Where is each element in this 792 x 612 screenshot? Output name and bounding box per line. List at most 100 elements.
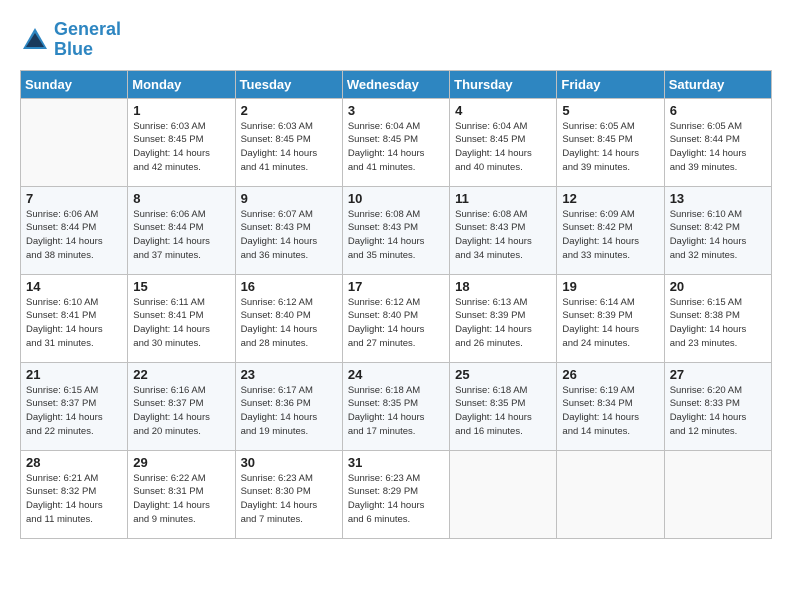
day-cell: 4 Sunrise: 6:04 AM Sunset: 8:45 PM Daylig… — [450, 98, 557, 186]
day-info: Sunrise: 6:22 AM Sunset: 8:31 PM Dayligh… — [133, 472, 229, 527]
day-info: Sunrise: 6:21 AM Sunset: 8:32 PM Dayligh… — [26, 472, 122, 527]
day-cell: 15 Sunrise: 6:11 AM Sunset: 8:41 PM Dayli… — [128, 274, 235, 362]
day-info: Sunrise: 6:15 AM Sunset: 8:37 PM Dayligh… — [26, 384, 122, 439]
col-header-tuesday: Tuesday — [235, 70, 342, 98]
col-header-friday: Friday — [557, 70, 664, 98]
day-info: Sunrise: 6:05 AM Sunset: 8:45 PM Dayligh… — [562, 120, 658, 175]
day-number: 31 — [348, 455, 444, 470]
day-cell: 28Sunrise: 6:21 AM Sunset: 8:32 PM Dayli… — [21, 450, 128, 538]
day-cell: 29 Sunrise: 6:22 AM Sunset: 8:31 PM Dayli… — [128, 450, 235, 538]
day-info: Sunrise: 6:08 AM Sunset: 8:43 PM Dayligh… — [348, 208, 444, 263]
day-info: Sunrise: 6:10 AM Sunset: 8:42 PM Dayligh… — [670, 208, 766, 263]
day-number: 20 — [670, 279, 766, 294]
week-row-4: 21 Sunrise: 6:15 AM Sunset: 8:37 PM Dayli… — [21, 362, 772, 450]
day-cell: 12 Sunrise: 6:09 AM Sunset: 8:42 PM Dayli… — [557, 186, 664, 274]
logo-text: General Blue — [54, 20, 121, 60]
day-info: Sunrise: 6:06 AM Sunset: 8:44 PM Dayligh… — [26, 208, 122, 263]
day-cell: 11 Sunrise: 6:08 AM Sunset: 8:43 PM Dayli… — [450, 186, 557, 274]
day-cell: 27 Sunrise: 6:20 AM Sunset: 8:33 PM Dayli… — [664, 362, 771, 450]
day-info: Sunrise: 6:10 AM Sunset: 8:41 PM Dayligh… — [26, 296, 122, 351]
day-cell: 9Sunrise: 6:07 AM Sunset: 8:43 PM Daylig… — [235, 186, 342, 274]
day-cell — [557, 450, 664, 538]
day-info: Sunrise: 6:12 AM Sunset: 8:40 PM Dayligh… — [241, 296, 337, 351]
week-row-3: 14Sunrise: 6:10 AM Sunset: 8:41 PM Dayli… — [21, 274, 772, 362]
day-number: 4 — [455, 103, 551, 118]
col-header-monday: Monday — [128, 70, 235, 98]
day-info: Sunrise: 6:14 AM Sunset: 8:39 PM Dayligh… — [562, 296, 658, 351]
day-cell: 25Sunrise: 6:18 AM Sunset: 8:35 PM Dayli… — [450, 362, 557, 450]
day-cell: 23Sunrise: 6:17 AM Sunset: 8:36 PM Dayli… — [235, 362, 342, 450]
day-number: 26 — [562, 367, 658, 382]
week-row-2: 7 Sunrise: 6:06 AM Sunset: 8:44 PM Daylig… — [21, 186, 772, 274]
day-info: Sunrise: 6:13 AM Sunset: 8:39 PM Dayligh… — [455, 296, 551, 351]
page-header: General Blue — [20, 20, 772, 60]
day-info: Sunrise: 6:04 AM Sunset: 8:45 PM Dayligh… — [348, 120, 444, 175]
week-row-5: 28Sunrise: 6:21 AM Sunset: 8:32 PM Dayli… — [21, 450, 772, 538]
day-number: 1 — [133, 103, 229, 118]
day-cell — [664, 450, 771, 538]
day-info: Sunrise: 6:06 AM Sunset: 8:44 PM Dayligh… — [133, 208, 229, 263]
day-number: 30 — [241, 455, 337, 470]
header-row: SundayMondayTuesdayWednesdayThursdayFrid… — [21, 70, 772, 98]
day-info: Sunrise: 6:18 AM Sunset: 8:35 PM Dayligh… — [348, 384, 444, 439]
day-number: 2 — [241, 103, 337, 118]
day-number: 19 — [562, 279, 658, 294]
day-number: 18 — [455, 279, 551, 294]
day-number: 13 — [670, 191, 766, 206]
day-cell: 22 Sunrise: 6:16 AM Sunset: 8:37 PM Dayli… — [128, 362, 235, 450]
day-number: 22 — [133, 367, 229, 382]
day-info: Sunrise: 6:05 AM Sunset: 8:44 PM Dayligh… — [670, 120, 766, 175]
day-cell: 31 Sunrise: 6:23 AM Sunset: 8:29 PM Dayli… — [342, 450, 449, 538]
day-number: 29 — [133, 455, 229, 470]
day-cell: 3 Sunrise: 6:04 AM Sunset: 8:45 PM Daylig… — [342, 98, 449, 186]
day-cell: 5Sunrise: 6:05 AM Sunset: 8:45 PM Daylig… — [557, 98, 664, 186]
day-cell: 20Sunrise: 6:15 AM Sunset: 8:38 PM Dayli… — [664, 274, 771, 362]
col-header-sunday: Sunday — [21, 70, 128, 98]
day-info: Sunrise: 6:17 AM Sunset: 8:36 PM Dayligh… — [241, 384, 337, 439]
day-cell: 19 Sunrise: 6:14 AM Sunset: 8:39 PM Dayli… — [557, 274, 664, 362]
day-cell: 16 Sunrise: 6:12 AM Sunset: 8:40 PM Dayli… — [235, 274, 342, 362]
day-info: Sunrise: 6:08 AM Sunset: 8:43 PM Dayligh… — [455, 208, 551, 263]
day-cell: 7 Sunrise: 6:06 AM Sunset: 8:44 PM Daylig… — [21, 186, 128, 274]
day-number: 17 — [348, 279, 444, 294]
day-info: Sunrise: 6:23 AM Sunset: 8:30 PM Dayligh… — [241, 472, 337, 527]
day-info: Sunrise: 6:07 AM Sunset: 8:43 PM Dayligh… — [241, 208, 337, 263]
day-number: 3 — [348, 103, 444, 118]
logo: General Blue — [20, 20, 121, 60]
day-cell: 26Sunrise: 6:19 AM Sunset: 8:34 PM Dayli… — [557, 362, 664, 450]
col-header-thursday: Thursday — [450, 70, 557, 98]
day-number: 6 — [670, 103, 766, 118]
day-info: Sunrise: 6:11 AM Sunset: 8:41 PM Dayligh… — [133, 296, 229, 351]
day-cell: 14Sunrise: 6:10 AM Sunset: 8:41 PM Dayli… — [21, 274, 128, 362]
day-number: 16 — [241, 279, 337, 294]
day-cell: 18 Sunrise: 6:13 AM Sunset: 8:39 PM Dayli… — [450, 274, 557, 362]
day-number: 24 — [348, 367, 444, 382]
day-cell: 24 Sunrise: 6:18 AM Sunset: 8:35 PM Dayli… — [342, 362, 449, 450]
day-cell: 2 Sunrise: 6:03 AM Sunset: 8:45 PM Daylig… — [235, 98, 342, 186]
day-info: Sunrise: 6:23 AM Sunset: 8:29 PM Dayligh… — [348, 472, 444, 527]
day-number: 7 — [26, 191, 122, 206]
day-cell: 13 Sunrise: 6:10 AM Sunset: 8:42 PM Dayli… — [664, 186, 771, 274]
day-cell — [21, 98, 128, 186]
col-header-saturday: Saturday — [664, 70, 771, 98]
day-number: 21 — [26, 367, 122, 382]
day-number: 11 — [455, 191, 551, 206]
day-cell: 30 Sunrise: 6:23 AM Sunset: 8:30 PM Dayli… — [235, 450, 342, 538]
day-number: 12 — [562, 191, 658, 206]
day-info: Sunrise: 6:16 AM Sunset: 8:37 PM Dayligh… — [133, 384, 229, 439]
day-info: Sunrise: 6:09 AM Sunset: 8:42 PM Dayligh… — [562, 208, 658, 263]
day-info: Sunrise: 6:20 AM Sunset: 8:33 PM Dayligh… — [670, 384, 766, 439]
day-info: Sunrise: 6:04 AM Sunset: 8:45 PM Dayligh… — [455, 120, 551, 175]
day-number: 15 — [133, 279, 229, 294]
col-header-wednesday: Wednesday — [342, 70, 449, 98]
logo-icon — [20, 25, 50, 55]
day-cell — [450, 450, 557, 538]
day-cell: 8Sunrise: 6:06 AM Sunset: 8:44 PM Daylig… — [128, 186, 235, 274]
day-number: 27 — [670, 367, 766, 382]
day-cell: 6 Sunrise: 6:05 AM Sunset: 8:44 PM Daylig… — [664, 98, 771, 186]
day-info: Sunrise: 6:03 AM Sunset: 8:45 PM Dayligh… — [241, 120, 337, 175]
day-info: Sunrise: 6:03 AM Sunset: 8:45 PM Dayligh… — [133, 120, 229, 175]
calendar-table: SundayMondayTuesdayWednesdayThursdayFrid… — [20, 70, 772, 539]
day-info: Sunrise: 6:12 AM Sunset: 8:40 PM Dayligh… — [348, 296, 444, 351]
week-row-1: 1 Sunrise: 6:03 AM Sunset: 8:45 PM Daylig… — [21, 98, 772, 186]
